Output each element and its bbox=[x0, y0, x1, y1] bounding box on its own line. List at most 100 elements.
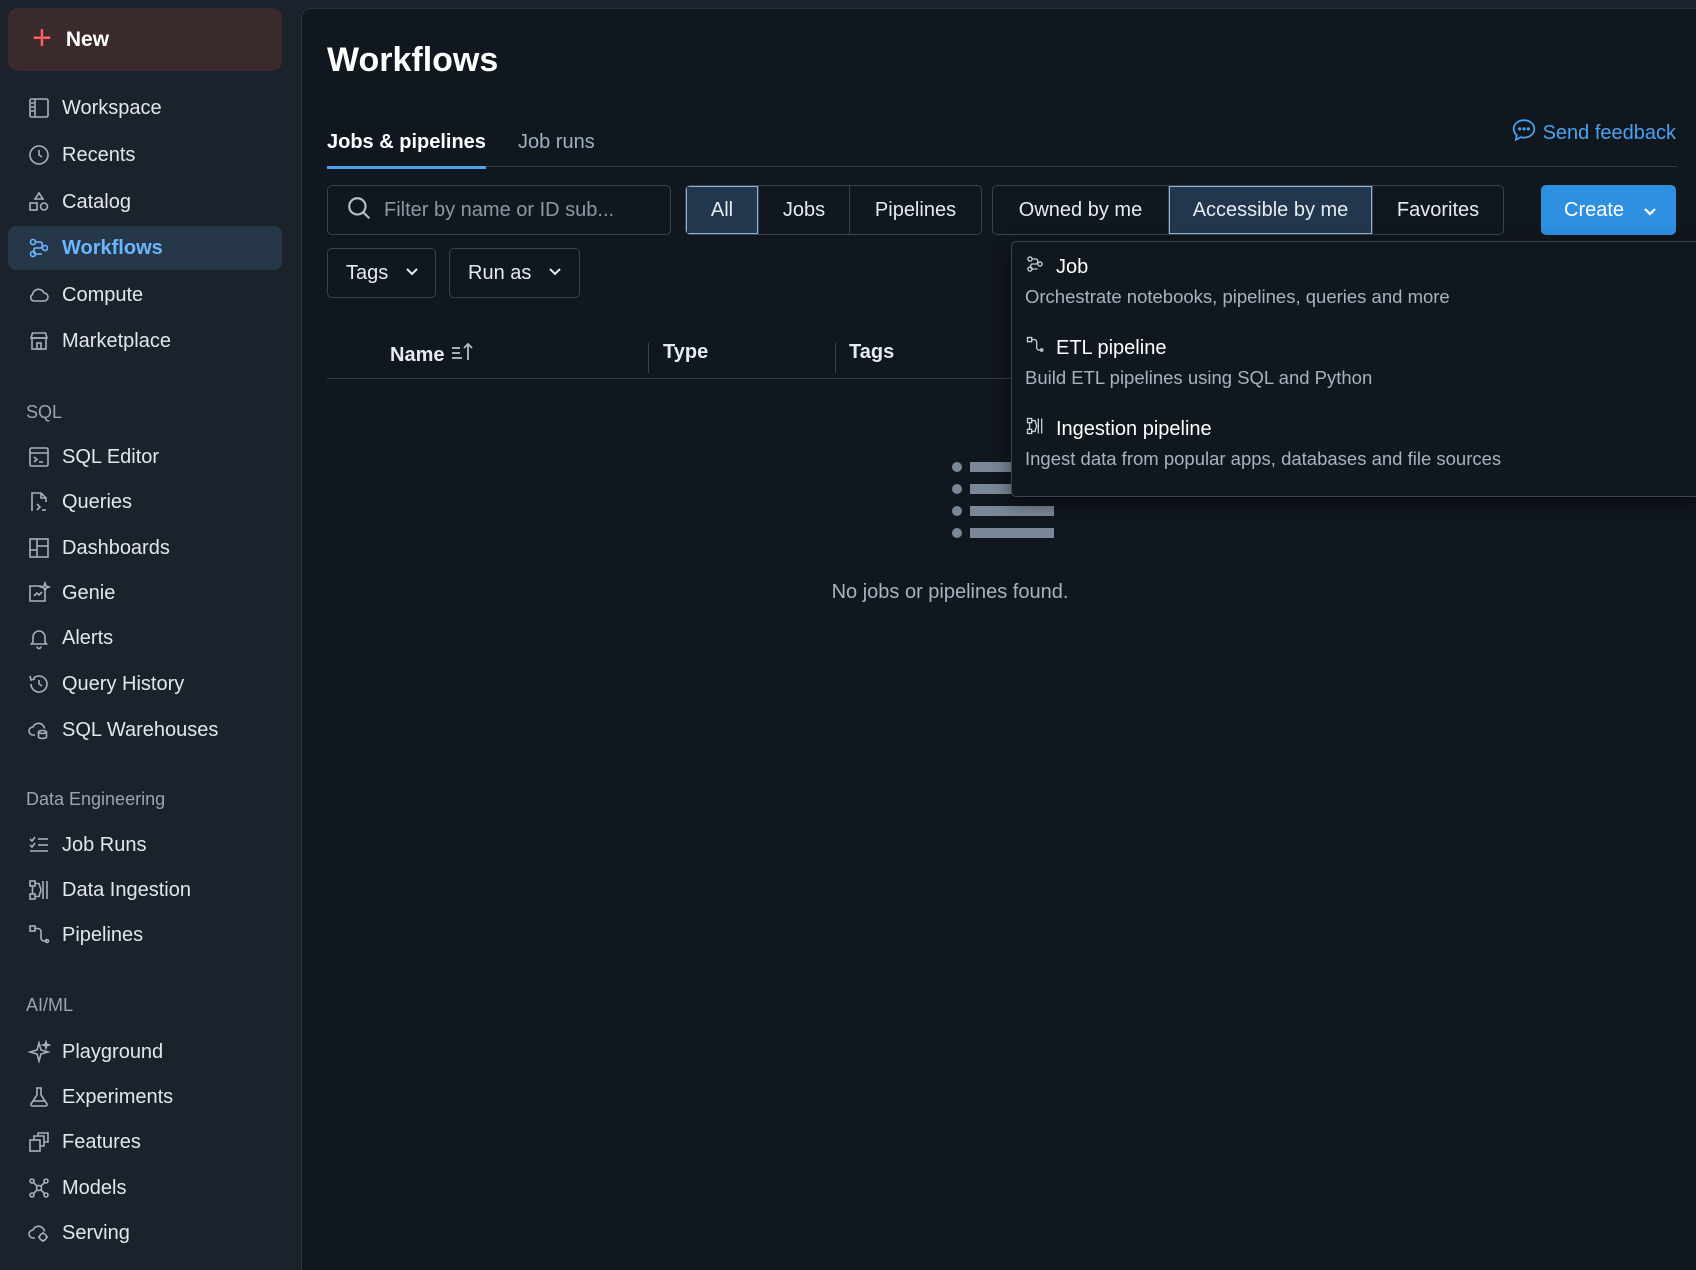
column-header-tags[interactable]: Tags bbox=[849, 341, 894, 364]
sidebar-item-alerts[interactable]: Alerts bbox=[8, 616, 282, 660]
workspace-icon bbox=[26, 95, 52, 121]
owner-filter-accessible-by-me[interactable]: Accessible by me bbox=[1169, 186, 1373, 234]
sidebar-item-label: Playground bbox=[62, 1040, 164, 1063]
sidebar-item-job-runs[interactable]: Job Runs bbox=[8, 823, 282, 867]
sidebar-item-workflows[interactable]: Workflows bbox=[8, 226, 282, 270]
catalog-icon bbox=[26, 189, 52, 215]
owner-filter: Owned by me Accessible by me Favorites bbox=[992, 185, 1504, 235]
chevron-down-icon bbox=[531, 262, 563, 285]
create-menu-item-title: Ingestion pipeline bbox=[1056, 417, 1212, 440]
sidebar-item-label: Queries bbox=[62, 490, 133, 513]
tags-dropdown-label: Tags bbox=[346, 261, 389, 284]
sidebar-item-recents[interactable]: Recents bbox=[8, 133, 282, 177]
sidebar-item-features[interactable]: Features bbox=[8, 1120, 282, 1164]
create-menu-item-title: ETL pipeline bbox=[1056, 336, 1167, 359]
sidebar-item-serving[interactable]: Serving bbox=[8, 1211, 282, 1255]
sort-ascending-icon[interactable] bbox=[444, 341, 476, 369]
sidebar-item-label: Serving bbox=[62, 1221, 130, 1244]
sidebar-item-label: Compute bbox=[62, 283, 144, 306]
create-menu-item-etl-pipeline[interactable]: ETL pipeline Build ETL pipelines using S… bbox=[1012, 323, 1696, 401]
sidebar-item-label: Query History bbox=[62, 672, 185, 695]
sidebar-item-workspace[interactable]: Workspace bbox=[8, 86, 282, 130]
create-menu-item-ingestion-pipeline[interactable]: Ingestion pipeline Ingest data from popu… bbox=[1012, 404, 1696, 482]
search-input[interactable] bbox=[384, 198, 664, 222]
sidebar-item-label: Features bbox=[62, 1130, 141, 1153]
store-icon bbox=[26, 328, 52, 354]
sidebar-item-sql-editor[interactable]: SQL Editor bbox=[8, 435, 282, 479]
column-header-name-label: Name bbox=[390, 343, 445, 366]
run-as-dropdown-label: Run as bbox=[468, 261, 532, 284]
column-divider[interactable] bbox=[835, 343, 836, 373]
plus-icon: + bbox=[32, 18, 52, 57]
list-check-icon bbox=[26, 832, 52, 858]
sidebar-item-marketplace[interactable]: Marketplace bbox=[8, 319, 282, 363]
query-file-icon bbox=[26, 489, 52, 515]
sparkle-icon bbox=[26, 1039, 52, 1065]
new-button[interactable]: + New bbox=[8, 8, 282, 71]
sidebar-item-catalog[interactable]: Catalog bbox=[8, 180, 282, 224]
create-dropdown-menu: Job Orchestrate notebooks, pipelines, qu… bbox=[1011, 241, 1696, 497]
sidebar-item-sql-warehouses[interactable]: SQL Warehouses bbox=[8, 708, 282, 752]
type-filter-pipelines[interactable]: Pipelines bbox=[850, 186, 981, 234]
models-icon bbox=[26, 1175, 52, 1201]
sidebar-item-pipelines[interactable]: Pipelines bbox=[8, 913, 282, 957]
flask-icon bbox=[26, 1084, 52, 1110]
create-menu-item-title: Job bbox=[1056, 255, 1089, 278]
column-header-name[interactable]: Name bbox=[390, 341, 476, 369]
workflows-icon bbox=[1025, 254, 1056, 280]
workflows-icon bbox=[26, 235, 52, 261]
chevron-down-icon bbox=[1642, 202, 1658, 218]
column-divider[interactable] bbox=[648, 343, 649, 373]
section-label-data-engineering: Data Engineering bbox=[26, 789, 166, 809]
new-button-label: New bbox=[65, 27, 110, 51]
empty-state-text: No jobs or pipelines found. bbox=[831, 581, 1069, 603]
ingestion-icon bbox=[26, 877, 52, 903]
sidebar-item-experiments[interactable]: Experiments bbox=[8, 1075, 282, 1119]
tags-dropdown[interactable]: Tags bbox=[327, 248, 436, 298]
section-label-ai-ml: AI/ML bbox=[26, 995, 74, 1015]
sidebar-item-queries[interactable]: Queries bbox=[8, 480, 282, 524]
serving-icon bbox=[26, 1220, 52, 1246]
sidebar-item-compute[interactable]: Compute bbox=[8, 273, 282, 317]
create-button[interactable]: Create bbox=[1541, 185, 1676, 235]
create-menu-item-job[interactable]: Job Orchestrate notebooks, pipelines, qu… bbox=[1012, 242, 1696, 320]
sidebar-item-query-history[interactable]: Query History bbox=[8, 662, 282, 706]
sidebar-item-label: Genie bbox=[62, 581, 116, 604]
sidebar-item-genie[interactable]: Genie bbox=[8, 571, 282, 615]
sidebar-item-label: Pipelines bbox=[62, 923, 144, 946]
sidebar-item-label: Recents bbox=[62, 143, 136, 166]
send-feedback-label: Send feedback bbox=[1542, 121, 1676, 144]
sidebar-item-label: Data Ingestion bbox=[62, 878, 191, 901]
sidebar-item-data-ingestion[interactable]: Data Ingestion bbox=[8, 868, 282, 912]
type-filter-all[interactable]: All bbox=[686, 186, 759, 234]
create-menu-item-description: Build ETL pipelines using SQL and Python bbox=[1025, 367, 1373, 388]
column-header-type[interactable]: Type bbox=[663, 341, 708, 364]
create-menu-item-description: Ingest data from popular apps, databases… bbox=[1025, 448, 1502, 469]
sidebar-item-dashboards[interactable]: Dashboards bbox=[8, 526, 282, 570]
bell-icon bbox=[26, 625, 52, 651]
search-box[interactable] bbox=[327, 185, 671, 235]
run-as-dropdown[interactable]: Run as bbox=[449, 248, 580, 298]
sidebar-item-label: Workflows bbox=[62, 236, 163, 259]
owner-filter-owned-by-me[interactable]: Owned by me bbox=[993, 186, 1169, 234]
sidebar-item-playground[interactable]: Playground bbox=[8, 1030, 282, 1074]
features-icon bbox=[26, 1129, 52, 1155]
type-filter-jobs[interactable]: Jobs bbox=[759, 186, 850, 234]
tab-bar: Jobs & pipelines Job runs bbox=[327, 114, 1677, 169]
tab-jobs-pipelines[interactable]: Jobs & pipelines bbox=[327, 131, 486, 169]
create-menu-item-description: Orchestrate notebooks, pipelines, querie… bbox=[1025, 286, 1450, 307]
dashboard-icon bbox=[26, 535, 52, 561]
type-filter: All Jobs Pipelines bbox=[685, 185, 982, 235]
sidebar-item-label: Dashboards bbox=[62, 536, 170, 559]
clock-icon bbox=[26, 142, 52, 168]
sidebar-item-models[interactable]: Models bbox=[8, 1166, 282, 1210]
section-label-sql: SQL bbox=[26, 402, 63, 422]
send-feedback-link[interactable]: Send feedback bbox=[1511, 117, 1676, 149]
sidebar-item-label: SQL Editor bbox=[62, 445, 160, 468]
pipeline-icon bbox=[1025, 335, 1056, 361]
tab-job-runs[interactable]: Job runs bbox=[518, 131, 595, 166]
owner-filter-favorites[interactable]: Favorites bbox=[1373, 186, 1503, 234]
sidebar: + New Workspace Recents Catalog Workflow… bbox=[0, 0, 300, 1270]
sidebar-item-label: Alerts bbox=[62, 626, 114, 649]
sidebar-item-label: Workspace bbox=[62, 96, 162, 119]
